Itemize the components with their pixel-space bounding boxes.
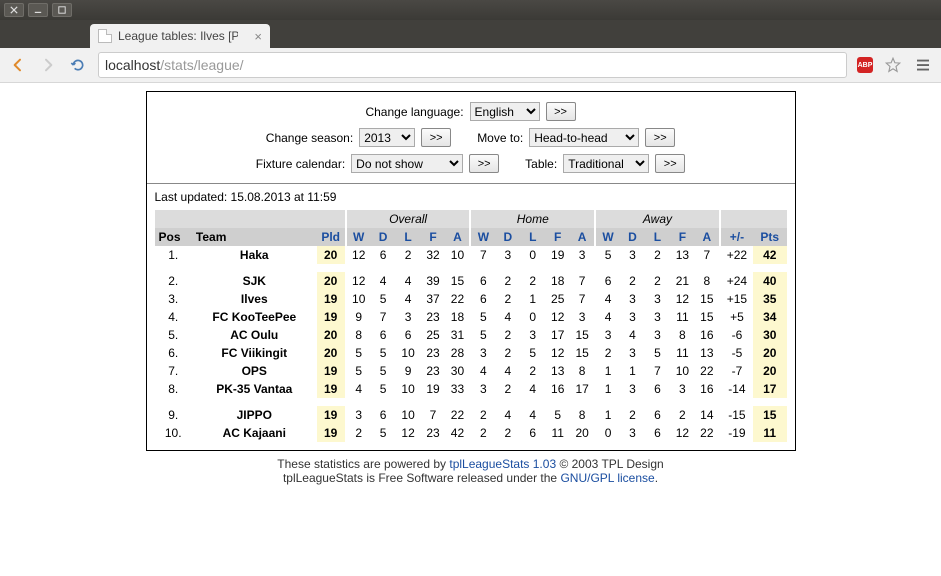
- table-select[interactable]: Traditional: [563, 154, 649, 173]
- col-aw-a[interactable]: A: [695, 228, 720, 246]
- reload-button[interactable]: [68, 55, 88, 75]
- window-close-button[interactable]: [4, 3, 24, 17]
- team-cell: FC Viikingit: [192, 344, 317, 362]
- table-row: 7.OPS1955923304421381171022-720: [155, 362, 787, 380]
- language-select[interactable]: English: [470, 102, 540, 121]
- stats-panel: Change language: English >> Change seaso…: [146, 91, 796, 451]
- col-team: Team: [192, 228, 317, 246]
- window-maximize-button[interactable]: [52, 3, 72, 17]
- table-row: 8.PK-35 Vantaa19451019333241617136316-14…: [155, 380, 787, 398]
- abp-icon[interactable]: ABP: [857, 57, 873, 73]
- page-viewport: Change language: English >> Change seaso…: [0, 83, 941, 576]
- address-bar[interactable]: localhost/stats/league/: [98, 52, 847, 78]
- controls-area: Change language: English >> Change seaso…: [155, 102, 787, 173]
- team-cell: SJK: [192, 272, 317, 290]
- url-path: /stats/league/: [160, 57, 243, 73]
- page-icon: [98, 29, 112, 43]
- team-cell: PK-35 Vantaa: [192, 380, 317, 398]
- footer-link-app[interactable]: tplLeagueStats 1.03: [449, 457, 556, 471]
- table-row: 5.AC Oulu2086625315231715343816-630: [155, 326, 787, 344]
- season-label: Change season:: [266, 131, 353, 145]
- table-row: 10.AC Kajaani192512234222611200361222-19…: [155, 424, 787, 442]
- col-aw-f[interactable]: F: [670, 228, 695, 246]
- row-gap: [155, 264, 787, 272]
- col-aw-l[interactable]: L: [645, 228, 670, 246]
- row-gap: [155, 398, 787, 406]
- col-ov-l[interactable]: L: [396, 228, 421, 246]
- table-row: 3.Ilves19105437226212574331215+1535: [155, 290, 787, 308]
- tab-title: League tables: Ilves [Pow…: [118, 29, 238, 43]
- col-ho-d[interactable]: D: [495, 228, 520, 246]
- col-pts[interactable]: Pts: [753, 228, 786, 246]
- league-table: Overall Home Away Pos Team Pld W D L F A…: [155, 210, 787, 442]
- group-home: Home: [470, 210, 595, 228]
- col-ov-a[interactable]: A: [445, 228, 470, 246]
- season-go-button[interactable]: >>: [421, 128, 451, 147]
- section-divider: [147, 183, 795, 184]
- fixture-label: Fixture calendar:: [256, 157, 345, 171]
- table-row: 4.FC KooTeePee1997323185401234331115+534: [155, 308, 787, 326]
- col-aw-w[interactable]: W: [595, 228, 620, 246]
- window-minimize-button[interactable]: [28, 3, 48, 17]
- fixture-select[interactable]: Do not show: [351, 154, 463, 173]
- team-cell: AC Oulu: [192, 326, 317, 344]
- last-updated: Last updated: 15.08.2013 at 11:59: [155, 188, 787, 210]
- browser-tab[interactable]: League tables: Ilves [Pow… ×: [90, 24, 270, 48]
- team-cell: Ilves: [192, 290, 317, 308]
- moveto-select[interactable]: Head-to-head: [529, 128, 639, 147]
- team-cell: FC KooTeePee: [192, 308, 317, 326]
- col-pm[interactable]: +/-: [720, 228, 753, 246]
- tab-close-button[interactable]: ×: [254, 29, 262, 44]
- team-cell: JIPPO: [192, 406, 317, 424]
- col-ho-l[interactable]: L: [520, 228, 545, 246]
- table-row: 9.JIPPO19361072224458126214-1515: [155, 406, 787, 424]
- url-host: localhost: [105, 57, 160, 73]
- language-go-button[interactable]: >>: [546, 102, 576, 121]
- moveto-go-button[interactable]: >>: [645, 128, 675, 147]
- table-row: 6.FC Viikingit205510232832512152351113-5…: [155, 344, 787, 362]
- col-ov-w[interactable]: W: [346, 228, 371, 246]
- forward-button[interactable]: [38, 55, 58, 75]
- hamburger-menu-icon[interactable]: [913, 55, 933, 75]
- col-ho-a[interactable]: A: [570, 228, 595, 246]
- group-away: Away: [595, 210, 720, 228]
- col-pld[interactable]: Pld: [317, 228, 346, 246]
- group-overall: Overall: [346, 210, 471, 228]
- col-aw-d[interactable]: D: [620, 228, 645, 246]
- col-ov-d[interactable]: D: [371, 228, 396, 246]
- col-ho-f[interactable]: F: [545, 228, 570, 246]
- moveto-label: Move to:: [477, 131, 523, 145]
- table-label: Table:: [525, 157, 557, 171]
- col-pos: Pos: [155, 228, 192, 246]
- season-select[interactable]: 2013: [359, 128, 415, 147]
- table-row: 1.Haka2012623210730193532137+2242: [155, 246, 787, 264]
- language-label: Change language:: [365, 105, 463, 119]
- footer-link-license[interactable]: GNU/GPL license: [560, 471, 654, 485]
- table-row: 2.SJK2012443915622187622218+2440: [155, 272, 787, 290]
- col-ov-f[interactable]: F: [421, 228, 446, 246]
- window-titlebar: [0, 0, 941, 20]
- col-ho-w[interactable]: W: [470, 228, 495, 246]
- fixture-go-button[interactable]: >>: [469, 154, 499, 173]
- browser-tabstrip: League tables: Ilves [Pow… ×: [0, 20, 941, 48]
- browser-toolbar: localhost/stats/league/ ABP: [0, 48, 941, 83]
- footer: These statistics are powered by tplLeagu…: [146, 457, 796, 485]
- table-go-button[interactable]: >>: [655, 154, 685, 173]
- team-cell: AC Kajaani: [192, 424, 317, 442]
- bookmark-star-icon[interactable]: [883, 55, 903, 75]
- team-cell: OPS: [192, 362, 317, 380]
- back-button[interactable]: [8, 55, 28, 75]
- team-cell: Haka: [192, 246, 317, 264]
